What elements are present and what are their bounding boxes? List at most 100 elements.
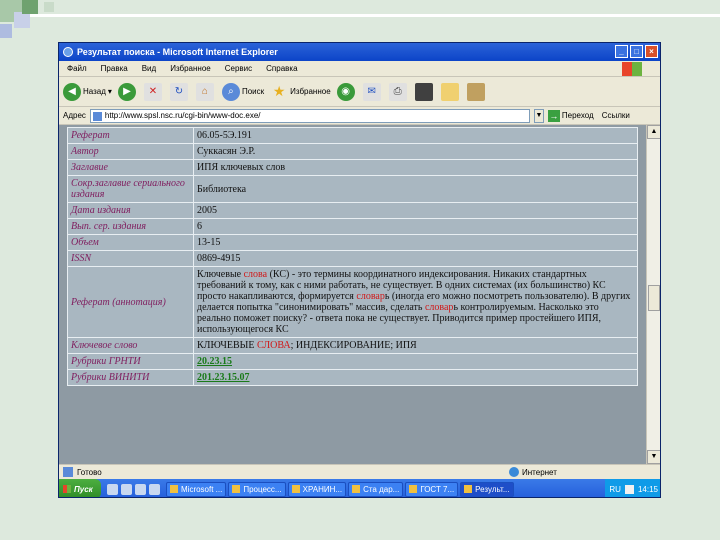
decoration-square: [0, 24, 12, 38]
media-button[interactable]: ◉: [336, 82, 357, 101]
discuss-icon: [440, 82, 459, 101]
field-label: Вып. сер. издания: [67, 218, 194, 235]
table-row: Рубрики ВИНИТИ 201.23.15.07: [67, 369, 638, 386]
record-table: Реферат 06.05-5Э.191 Автор Суккасян Э.Р.…: [67, 127, 638, 386]
back-button[interactable]: ◀ Назад ▾: [63, 82, 112, 101]
address-input[interactable]: http://www.spsl.nsc.ru/cgi-bin/www-doc.e…: [89, 108, 530, 123]
abstract-label: Реферат (аннотация): [67, 266, 194, 338]
start-button[interactable]: Пуск: [59, 479, 101, 497]
keyword-value: КЛЮЧЕВЫЕ СЛОВА; ИНДЕКСИРОВАНИЕ; ИПЯ: [193, 337, 638, 354]
scroll-thumb[interactable]: [648, 285, 660, 311]
menu-favorites[interactable]: Избранное: [170, 64, 211, 73]
research-button[interactable]: [466, 82, 487, 101]
table-row: Реферат (аннотация) Ключевые слова (КС) …: [67, 266, 638, 338]
taskbar-item[interactable]: Ста дар...: [348, 481, 404, 497]
ie-icon: [63, 47, 73, 57]
search-icon: ⌕: [221, 82, 240, 101]
mail-button[interactable]: ✉: [362, 82, 383, 101]
field-label: Реферат: [67, 127, 194, 144]
rubric-viniti-label: Рубрики ВИНИТИ: [67, 369, 194, 386]
maximize-button[interactable]: □: [630, 45, 643, 58]
back-arrow-icon: ◀: [63, 82, 81, 101]
research-icon: [466, 82, 485, 101]
quick-launch-icon[interactable]: [121, 483, 132, 495]
search-button[interactable]: ⌕ Поиск: [221, 82, 264, 101]
field-value: 2005: [193, 202, 638, 219]
address-dropdown-icon[interactable]: ▼: [533, 108, 544, 123]
scroll-down-icon[interactable]: ▼: [647, 450, 660, 464]
slide-decoration: [0, 0, 720, 40]
go-button[interactable]: → Переход: [547, 109, 594, 122]
rubric-viniti-link[interactable]: 201.23.15.07: [197, 372, 250, 383]
scroll-up-icon[interactable]: ▲: [647, 125, 660, 139]
abstract-text: Ключевые слова (КС) - это термины коорди…: [193, 266, 638, 338]
quick-launch-icon[interactable]: [135, 483, 146, 495]
app-icon: [291, 485, 300, 493]
links-button[interactable]: Ссылки: [602, 111, 630, 120]
table-row: Автор Суккасян Э.Р.: [67, 143, 638, 160]
field-value: 6: [193, 218, 638, 235]
menu-file[interactable]: Файл: [67, 64, 87, 73]
mail-icon: ✉: [362, 82, 381, 101]
close-button[interactable]: ×: [645, 45, 658, 58]
menu-help[interactable]: Справка: [266, 64, 297, 73]
page-status-icon: [63, 467, 73, 477]
table-row: Заглавие ИПЯ ключевых слов: [67, 159, 638, 176]
table-row: Дата издания 2005: [67, 202, 638, 219]
table-row: Объем 13-15: [67, 234, 638, 251]
page-icon: [92, 111, 102, 121]
stop-icon: ✕: [143, 82, 162, 101]
field-value: 06.05-5Э.191: [193, 127, 638, 144]
tray-icon[interactable]: [624, 484, 634, 494]
quick-launch-icon[interactable]: [149, 483, 160, 495]
menu-view[interactable]: Вид: [142, 64, 156, 73]
rubric-grnti-link[interactable]: 20.23.15: [197, 356, 232, 367]
table-row: Реферат 06.05-5Э.191: [67, 127, 638, 144]
refresh-button[interactable]: ↻: [169, 82, 190, 101]
address-label: Адрес: [63, 111, 86, 120]
taskbar-item-active[interactable]: Результ...: [460, 481, 514, 497]
system-tray: RU 14:15: [605, 479, 660, 497]
forward-arrow-icon: ▶: [117, 82, 136, 101]
edit-button[interactable]: [414, 82, 435, 101]
minimize-button[interactable]: _: [615, 45, 628, 58]
title-bar[interactable]: Результат поиска - Microsoft Internet Ex…: [59, 43, 660, 61]
home-button[interactable]: ⌂: [195, 82, 216, 101]
print-icon: ⎙: [388, 82, 407, 101]
refresh-icon: ↻: [169, 82, 188, 101]
discuss-button[interactable]: [440, 82, 461, 101]
forward-button[interactable]: ▶: [117, 82, 138, 101]
quick-launch-icon[interactable]: [107, 483, 118, 495]
window-title: Результат поиска - Microsoft Internet Ex…: [77, 47, 278, 57]
vertical-scrollbar[interactable]: ▲ ▼: [646, 125, 660, 464]
taskbar-item[interactable]: ГОСТ 7...: [405, 481, 459, 497]
taskbar-item[interactable]: ХРАНИН...: [287, 481, 347, 497]
page-content: Реферат 06.05-5Э.191 Автор Суккасян Э.Р.…: [59, 125, 660, 464]
stop-button[interactable]: ✕: [143, 82, 164, 101]
table-row: Ключевое слово КЛЮЧЕВЫЕ СЛОВА; ИНДЕКСИРО…: [67, 337, 638, 354]
taskbar-item[interactable]: Процесс...: [228, 481, 286, 497]
field-label: Автор: [67, 143, 194, 160]
decoration-line: [0, 14, 720, 17]
taskbar-item[interactable]: Microsoft ...: [166, 481, 227, 497]
table-row: Сокр.заглавие сериального издания Библио…: [67, 175, 638, 203]
table-row: Вып. сер. издания 6: [67, 218, 638, 235]
taskbar: Пуск Microsoft ... Процесс... ХРАНИН... …: [59, 479, 660, 497]
field-value: ИПЯ ключевых слов: [193, 159, 638, 176]
language-indicator[interactable]: RU: [609, 485, 621, 494]
home-icon: ⌂: [195, 82, 214, 101]
favorites-button[interactable]: ★ Избранное: [270, 82, 331, 101]
keyword-label: Ключевое слово: [67, 337, 194, 354]
menu-tools[interactable]: Сервис: [225, 64, 252, 73]
field-label: Объем: [67, 234, 194, 251]
status-text: Готово: [77, 467, 102, 477]
menu-edit[interactable]: Правка: [101, 64, 128, 73]
field-value: 0869-4915: [193, 250, 638, 267]
table-row: ISSN 0869-4915: [67, 250, 638, 267]
rubric-grnti-label: Рубрики ГРНТИ: [67, 353, 194, 370]
clock: 14:15: [637, 484, 658, 494]
security-zone: Интернет: [509, 467, 557, 477]
field-value: Библиотека: [193, 175, 638, 203]
print-button[interactable]: ⎙: [388, 82, 409, 101]
star-icon: ★: [270, 82, 289, 101]
